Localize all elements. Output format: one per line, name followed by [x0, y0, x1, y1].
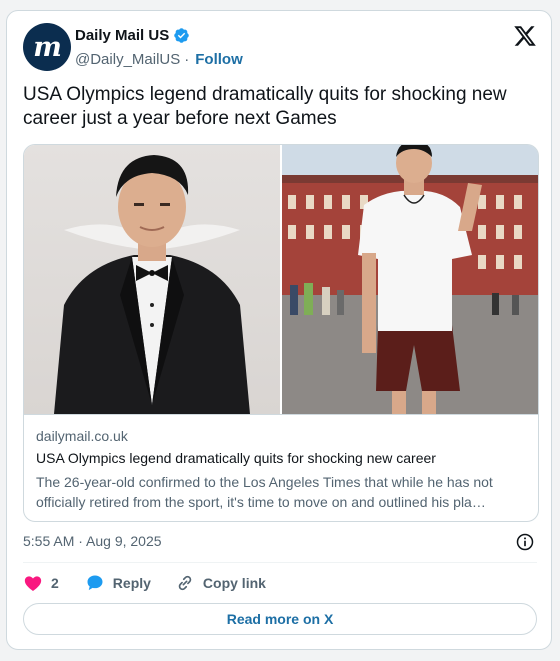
like-button[interactable]: 2 — [23, 573, 59, 593]
like-count: 2 — [51, 575, 59, 591]
author-name-row: Daily Mail US — [75, 27, 190, 44]
info-icon[interactable] — [515, 532, 535, 552]
x-logo-icon[interactable] — [513, 24, 537, 48]
author-handle[interactable]: @Daily_MailUS — [75, 51, 180, 68]
avatar-logo: m — [33, 31, 62, 63]
tweet-actions: 2 Reply Copy link — [23, 571, 266, 595]
follow-button[interactable]: Follow — [195, 51, 243, 68]
separator-dot: · — [184, 51, 190, 68]
photo-tuxedo-man — [54, 155, 250, 414]
link-description: The 26-year-old confirmed to the Los Ang… — [36, 474, 493, 510]
author-handle-row: @Daily_MailUS · Follow — [75, 51, 243, 68]
link-domain: dailymail.co.uk — [36, 428, 128, 444]
link-card-info[interactable]: dailymail.co.uk USA Olympics legend dram… — [24, 414, 538, 521]
reply-label: Reply — [112, 575, 151, 591]
author-avatar[interactable]: m — [23, 23, 71, 71]
link-icon — [178, 575, 192, 591]
link-card[interactable]: dailymail.co.uk USA Olympics legend dram… — [23, 144, 539, 522]
tweet-text: USA Olympics legend dramatically quits f… — [23, 84, 507, 129]
article-photo-right — [282, 145, 538, 414]
article-photo-left — [24, 145, 280, 414]
read-more-button[interactable]: Read more on X — [23, 603, 537, 635]
speech-bubble-icon — [87, 575, 103, 591]
copy-link-button[interactable]: Copy link — [175, 573, 266, 593]
reply-button[interactable]: Reply — [85, 573, 151, 593]
divider — [23, 562, 537, 563]
link-title: USA Olympics legend dramatically quits f… — [36, 450, 436, 466]
verified-badge-icon — [174, 28, 189, 43]
author-display-name[interactable]: Daily Mail US — [75, 27, 169, 44]
photo-plaza-man — [282, 145, 538, 414]
tweet-embed-card: m Daily Mail US @Daily_MailUS · Follow U… — [6, 10, 552, 650]
tweet-timestamp[interactable]: 5:55 AM · Aug 9, 2025 — [23, 533, 162, 549]
heart-icon — [24, 576, 42, 591]
copy-link-label: Copy link — [202, 575, 266, 591]
